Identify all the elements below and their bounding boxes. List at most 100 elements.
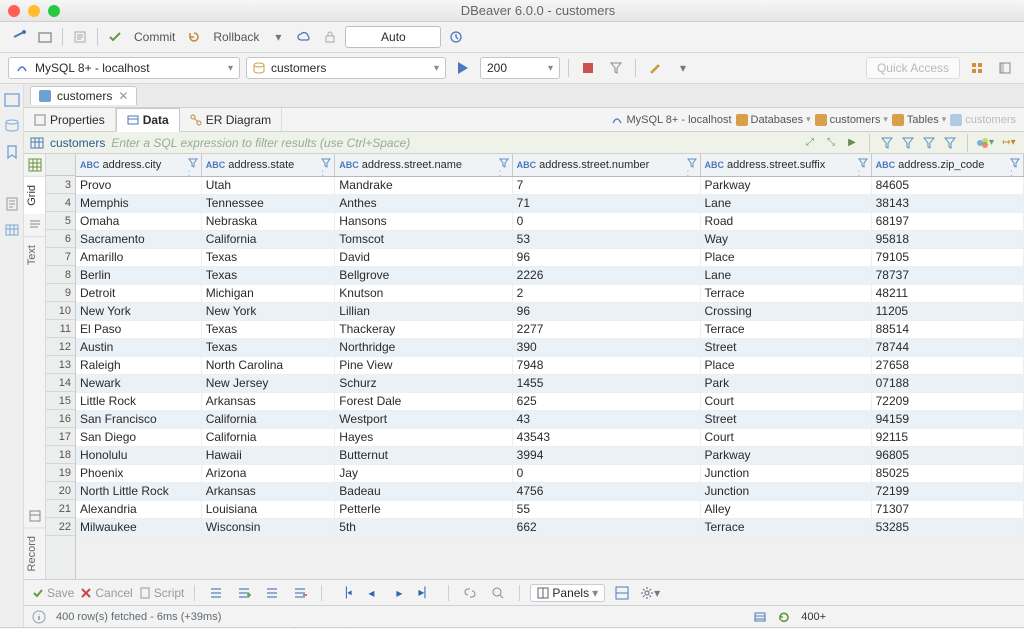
scripts-view-icon[interactable] bbox=[4, 196, 20, 212]
row-number[interactable]: 7 bbox=[46, 248, 75, 266]
cell[interactable]: 07188 bbox=[871, 374, 1023, 392]
commit-icon[interactable] bbox=[104, 26, 126, 48]
cell[interactable]: Court bbox=[700, 428, 871, 446]
cell[interactable]: Raleigh bbox=[76, 356, 201, 374]
close-window-button[interactable] bbox=[8, 5, 20, 17]
cell[interactable]: 4756 bbox=[512, 482, 700, 500]
highlight-icon[interactable] bbox=[644, 57, 666, 79]
cell[interactable]: Texas bbox=[201, 320, 335, 338]
cell[interactable]: Terrace bbox=[700, 284, 871, 302]
cell[interactable]: 625 bbox=[512, 392, 700, 410]
cell[interactable]: Phoenix bbox=[76, 464, 201, 482]
presentation-text[interactable]: Text bbox=[24, 236, 45, 273]
table-row[interactable]: Little RockArkansasForest Dale625Court72… bbox=[76, 392, 1024, 410]
cell[interactable]: Provo bbox=[76, 176, 201, 194]
cell[interactable]: 2 bbox=[512, 284, 700, 302]
autocommit-mode[interactable]: Auto bbox=[345, 26, 441, 48]
new-connection-icon[interactable] bbox=[8, 26, 30, 48]
collapse-icon[interactable]: ⤡ bbox=[822, 134, 840, 152]
cell[interactable]: Amarillo bbox=[76, 248, 201, 266]
cell[interactable]: Schurz bbox=[335, 374, 512, 392]
cell[interactable]: 96 bbox=[512, 302, 700, 320]
cell[interactable]: Northridge bbox=[335, 338, 512, 356]
cell[interactable]: Pine View bbox=[335, 356, 512, 374]
cell[interactable]: 48211 bbox=[871, 284, 1023, 302]
cell[interactable]: New York bbox=[76, 302, 201, 320]
cell[interactable]: 79105 bbox=[871, 248, 1023, 266]
settings-gear-icon[interactable]: ▾ bbox=[639, 582, 661, 604]
cell[interactable]: 43543 bbox=[512, 428, 700, 446]
breadcrumb-connection[interactable]: MySQL 8+ - localhost bbox=[611, 114, 731, 126]
cell[interactable]: Knutson bbox=[335, 284, 512, 302]
cell[interactable]: Terrace bbox=[700, 518, 871, 536]
row-number[interactable]: 21 bbox=[46, 500, 75, 518]
cell[interactable]: 3994 bbox=[512, 446, 700, 464]
row-number[interactable]: 19 bbox=[46, 464, 75, 482]
save-button[interactable]: Save bbox=[32, 586, 74, 600]
cell[interactable]: Nebraska bbox=[201, 212, 335, 230]
cell[interactable]: Badeau bbox=[335, 482, 512, 500]
table-row[interactable]: HonoluluHawaiiButternut3994Parkway96805 bbox=[76, 446, 1024, 464]
cell[interactable]: California bbox=[201, 410, 335, 428]
cell[interactable]: Mandrake bbox=[335, 176, 512, 194]
schema-combo[interactable]: customers ▾ bbox=[246, 57, 446, 79]
filter-tool-4-icon[interactable] bbox=[941, 134, 959, 152]
table-row[interactable]: AustinTexasNorthridge390Street78744 bbox=[76, 338, 1024, 356]
cell[interactable]: Jay bbox=[335, 464, 512, 482]
projects-view-icon[interactable] bbox=[4, 118, 20, 134]
cell[interactable]: Tomscot bbox=[335, 230, 512, 248]
cell[interactable]: Texas bbox=[201, 266, 335, 284]
tab-er-diagram[interactable]: ER Diagram bbox=[180, 108, 282, 131]
cell[interactable]: Bellgrove bbox=[335, 266, 512, 284]
transaction-dropdown-icon[interactable]: ▾ bbox=[267, 26, 289, 48]
cell[interactable]: Austin bbox=[76, 338, 201, 356]
apply-filter-icon[interactable]: ▶ bbox=[843, 134, 861, 152]
cell[interactable]: Alexandria bbox=[76, 500, 201, 518]
delete-row-icon[interactable] bbox=[289, 582, 311, 604]
cell[interactable]: North Carolina bbox=[201, 356, 335, 374]
cell[interactable]: North Little Rock bbox=[76, 482, 201, 500]
zoom-icon[interactable] bbox=[487, 582, 509, 604]
editor-tab-customers[interactable]: customers ✕ bbox=[30, 86, 137, 105]
result-limit-combo[interactable]: 200 ▾ bbox=[480, 57, 560, 79]
cell[interactable]: 27658 bbox=[871, 356, 1023, 374]
cell[interactable]: Court bbox=[700, 392, 871, 410]
presentation-record[interactable]: Record bbox=[24, 527, 45, 579]
duplicate-row-icon[interactable] bbox=[261, 582, 283, 604]
cell[interactable]: 0 bbox=[512, 464, 700, 482]
cell[interactable]: Terrace bbox=[700, 320, 871, 338]
cell[interactable]: Louisiana bbox=[201, 500, 335, 518]
expand-icon[interactable]: ⤢ bbox=[801, 134, 819, 152]
navigator-view-icon[interactable] bbox=[4, 92, 20, 108]
cell[interactable]: 390 bbox=[512, 338, 700, 356]
table-row[interactable]: North Little RockArkansasBadeau4756Junct… bbox=[76, 482, 1024, 500]
close-tab-icon[interactable]: ✕ bbox=[118, 89, 128, 103]
row-number[interactable]: 8 bbox=[46, 266, 75, 284]
cell[interactable]: Arkansas bbox=[201, 482, 335, 500]
cell[interactable]: 38143 bbox=[871, 194, 1023, 212]
cell[interactable]: 72209 bbox=[871, 392, 1023, 410]
minimize-window-button[interactable] bbox=[28, 5, 40, 17]
cell[interactable]: Lillian bbox=[335, 302, 512, 320]
rollback-icon[interactable] bbox=[183, 26, 205, 48]
cell[interactable]: 0 bbox=[512, 212, 700, 230]
table-row[interactable]: BerlinTexasBellgrove2226Lane78737 bbox=[76, 266, 1024, 284]
cell[interactable]: El Paso bbox=[76, 320, 201, 338]
panels-button[interactable]: Panels▾ bbox=[530, 584, 605, 602]
filter-tool-2-icon[interactable] bbox=[899, 134, 917, 152]
row-count[interactable]: 400+ bbox=[801, 611, 826, 623]
cell[interactable]: Michigan bbox=[201, 284, 335, 302]
cell[interactable]: Sacramento bbox=[76, 230, 201, 248]
first-page-icon[interactable]: ⎹◂ bbox=[332, 582, 354, 604]
cell[interactable]: Crossing bbox=[700, 302, 871, 320]
breadcrumb-databases[interactable]: Databases▾ bbox=[736, 114, 811, 126]
cell[interactable]: 53285 bbox=[871, 518, 1023, 536]
run-icon[interactable] bbox=[452, 57, 474, 79]
last-page-icon[interactable]: ▸⎸ bbox=[416, 582, 438, 604]
column-header[interactable]: ABCaddress.state : bbox=[201, 154, 335, 176]
column-header[interactable]: ABCaddress.zip_code : bbox=[871, 154, 1023, 176]
cell[interactable]: New Jersey bbox=[201, 374, 335, 392]
cell[interactable]: 96805 bbox=[871, 446, 1023, 464]
column-header[interactable]: ABCaddress.street.name : bbox=[335, 154, 512, 176]
cell[interactable]: 94159 bbox=[871, 410, 1023, 428]
